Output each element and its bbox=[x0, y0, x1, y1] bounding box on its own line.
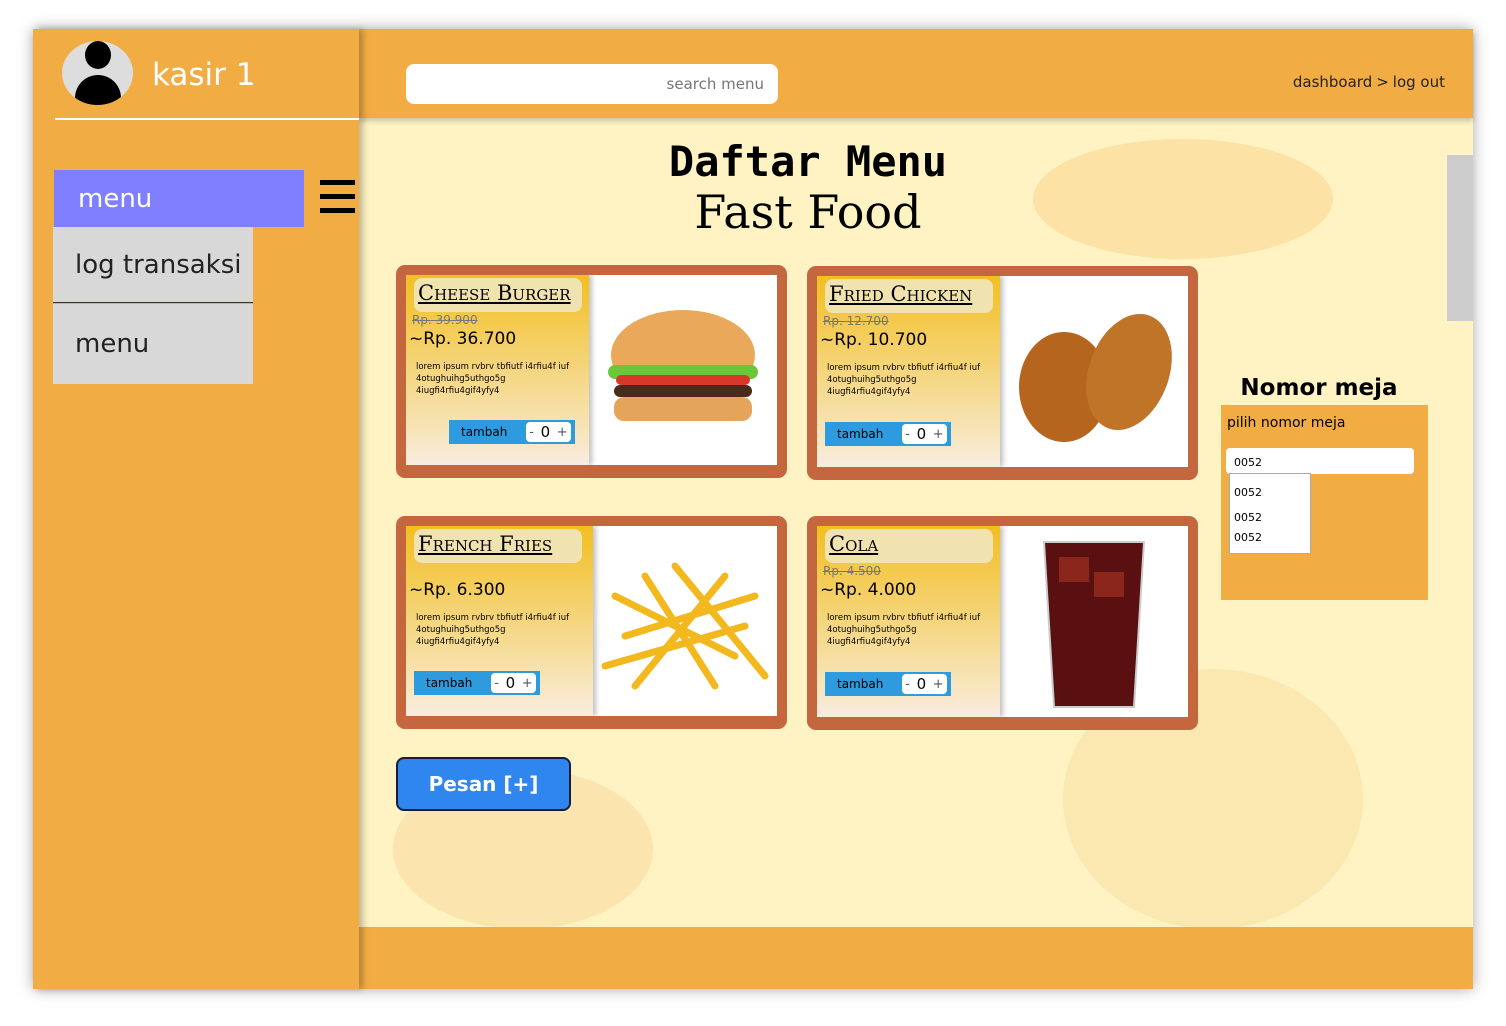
table-number-panel: pilih nomor meja 0052 0052 0052 0052 bbox=[1221, 405, 1428, 600]
sidebar-item-label: log transaksi bbox=[75, 249, 242, 280]
quantity-value: 0 bbox=[540, 423, 551, 441]
menu-card-cola: Cola Rp. 4.500 ~Rp. 4.000 lorem ipsum rv… bbox=[807, 516, 1198, 730]
dashboard-link[interactable]: dashboard bbox=[1293, 73, 1372, 91]
divider bbox=[55, 118, 359, 120]
menu-card-cheese-burger: Cheese Burger Rp. 39.900 ~Rp. 36.700 lor… bbox=[396, 265, 787, 478]
old-price: Rp. 4.500 bbox=[823, 564, 881, 578]
old-price: Rp. 39.900 bbox=[412, 313, 478, 327]
add-button[interactable]: tambah -0 + bbox=[825, 422, 951, 446]
search-input[interactable] bbox=[406, 64, 778, 104]
page-subtitle: Fast Food bbox=[694, 185, 922, 239]
description: lorem ipsum rvbrv tbfiutf i4rfiu4f iuf 4… bbox=[827, 363, 981, 397]
table-number-select[interactable]: 0052 bbox=[1226, 448, 1414, 474]
minus-button[interactable]: - bbox=[905, 427, 910, 442]
dropdown-option[interactable]: 0052 bbox=[1234, 511, 1262, 524]
description: lorem ipsum rvbrv tbfiutf i4rfiu4f iuf 4… bbox=[827, 613, 981, 647]
cola-image bbox=[1000, 526, 1188, 717]
fried-chicken-image bbox=[1000, 276, 1188, 467]
quantity-stepper[interactable]: -0 + bbox=[526, 422, 571, 442]
table-number-dropdown: 0052 0052 0052 bbox=[1229, 473, 1311, 554]
background-pizza-decor bbox=[1033, 139, 1333, 259]
page-title: Daftar Menu bbox=[668, 137, 948, 186]
order-button[interactable]: Pesan [+] bbox=[396, 757, 571, 811]
dropdown-option[interactable]: 0052 bbox=[1234, 486, 1262, 499]
description: lorem ipsum rvbrv tbfiutf i4rfiu4f iuf 4… bbox=[416, 613, 570, 647]
old-price: Rp. 12.700 bbox=[823, 314, 889, 328]
french-fries-image bbox=[593, 526, 777, 716]
plus-button[interactable]: + bbox=[557, 425, 568, 440]
plus-button[interactable]: + bbox=[522, 676, 533, 691]
top-bar: dashboard>log out bbox=[359, 29, 1473, 118]
price: ~Rp. 4.000 bbox=[820, 580, 917, 600]
burger-image bbox=[589, 275, 777, 465]
bottom-bar bbox=[359, 927, 1473, 989]
quantity-stepper[interactable]: -0 + bbox=[902, 674, 947, 694]
user-name: kasir 1 bbox=[152, 57, 256, 93]
user-avatar-icon bbox=[62, 41, 133, 105]
quantity-stepper[interactable]: -0 + bbox=[491, 673, 536, 693]
plus-button[interactable]: + bbox=[933, 427, 944, 442]
minus-button[interactable]: - bbox=[529, 425, 534, 440]
breadcrumb: dashboard > log out bbox=[1293, 73, 1445, 91]
table-number-label: pilih nomor meja bbox=[1227, 415, 1346, 431]
menu-card-fried-chicken: Fried Chicken Rp. 12.700 ~Rp. 10.700 lor… bbox=[807, 266, 1198, 480]
add-label: tambah bbox=[837, 677, 884, 691]
minus-button[interactable]: - bbox=[905, 677, 910, 692]
quantity-value: 0 bbox=[916, 425, 927, 443]
sidebar-item-menu-active[interactable]: menu bbox=[54, 170, 304, 227]
price: ~Rp. 10.700 bbox=[820, 330, 928, 350]
dropdown-option[interactable]: 0052 bbox=[1234, 531, 1262, 544]
sidebar: kasir 1 menu log transaksi menu bbox=[33, 29, 359, 989]
sidebar-item-menu[interactable]: menu bbox=[53, 304, 253, 384]
add-label: tambah bbox=[837, 427, 884, 441]
price: ~Rp. 6.300 bbox=[409, 580, 506, 600]
table-number-title: Nomor meja bbox=[1240, 375, 1398, 401]
sidebar-item-label: menu bbox=[78, 183, 153, 214]
minus-button[interactable]: - bbox=[494, 676, 499, 691]
scrollbar[interactable] bbox=[1447, 155, 1473, 321]
logout-link[interactable]: log out bbox=[1393, 73, 1445, 91]
add-button[interactable]: tambah -0 + bbox=[414, 671, 540, 695]
hamburger-menu-icon[interactable] bbox=[320, 180, 355, 216]
description: lorem ipsum rvbrv tbfiutf i4rfiu4f iuf 4… bbox=[416, 362, 570, 396]
menu-card-french-fries: French Fries ~Rp. 6.300 lorem ipsum rvbr… bbox=[396, 516, 787, 729]
add-button[interactable]: tambah -0 + bbox=[825, 672, 951, 696]
add-label: tambah bbox=[461, 425, 508, 439]
quantity-stepper[interactable]: -0 + bbox=[902, 424, 947, 444]
app-window: kasir 1 menu log transaksi menu dashboar… bbox=[33, 29, 1473, 989]
item-name: Cola bbox=[825, 529, 993, 563]
plus-button[interactable]: + bbox=[933, 677, 944, 692]
add-label: tambah bbox=[426, 676, 473, 690]
sidebar-item-label: menu bbox=[75, 329, 150, 359]
price: ~Rp. 36.700 bbox=[409, 329, 517, 349]
item-name: Cheese Burger bbox=[414, 278, 582, 312]
item-name: French Fries bbox=[414, 529, 582, 563]
add-button[interactable]: tambah -0 + bbox=[449, 420, 575, 444]
item-name: Fried Chicken bbox=[825, 279, 993, 313]
sidebar-item-log-transaksi[interactable]: log transaksi bbox=[53, 227, 253, 303]
quantity-value: 0 bbox=[916, 675, 927, 693]
quantity-value: 0 bbox=[505, 674, 516, 692]
breadcrumb-separator: > bbox=[1376, 73, 1389, 91]
